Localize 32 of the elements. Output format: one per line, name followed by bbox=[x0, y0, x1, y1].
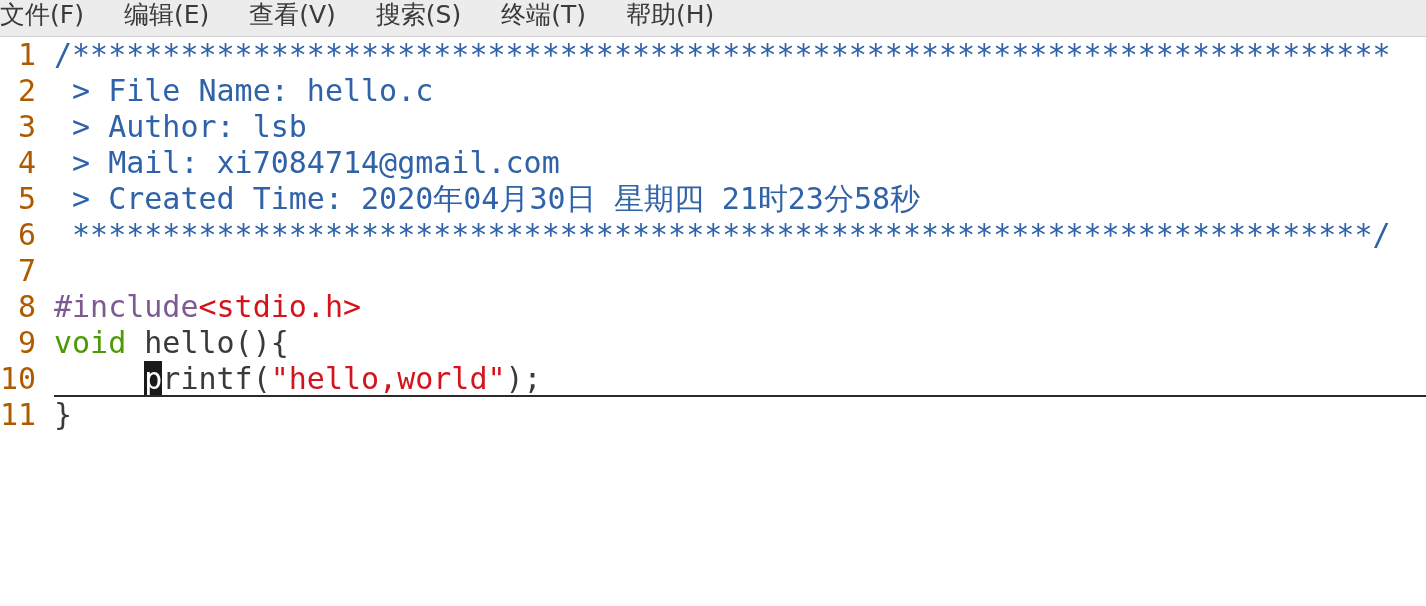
code-text: } bbox=[54, 397, 73, 431]
menu-item[interactable]: 终端(T) bbox=[501, 0, 586, 36]
preprocessor-text: #include bbox=[54, 289, 199, 323]
line-number: 4 bbox=[16, 145, 36, 181]
line-number: 8 bbox=[16, 289, 36, 325]
header-text: <stdio.h> bbox=[198, 289, 362, 323]
comment-text: > Author: lsb bbox=[71, 109, 307, 143]
line-number: 10 bbox=[0, 361, 36, 397]
line-number: 3 bbox=[16, 109, 36, 145]
menu-item[interactable]: 编辑(E) bbox=[123, 0, 210, 36]
line-number: 5 bbox=[16, 181, 36, 217]
keyword-text: void bbox=[54, 325, 127, 359]
code-text: ); bbox=[505, 361, 542, 395]
menu-item[interactable]: 查看(V) bbox=[249, 0, 336, 36]
line-number: 7 bbox=[16, 253, 36, 289]
code-text: hello(){ bbox=[143, 325, 289, 359]
code-text: rintf( bbox=[162, 361, 271, 395]
comment-text: ************************************************************************/ bbox=[71, 217, 1391, 251]
line-number: 1 bbox=[16, 37, 36, 73]
line-number: 2 bbox=[16, 73, 36, 109]
menu-item[interactable]: 搜索(S) bbox=[375, 0, 462, 36]
menu-item[interactable]: 帮助(H) bbox=[626, 0, 715, 36]
cursor-character: p bbox=[144, 361, 163, 395]
string-text: "hello,world" bbox=[270, 361, 506, 395]
menu-item[interactable]: 文件(F) bbox=[0, 0, 84, 36]
comment-text: /************************************************************************* bbox=[54, 37, 1391, 71]
comment-text: > Mail: xi7084714@gmail.com bbox=[71, 145, 560, 179]
line-number: 11 bbox=[0, 397, 36, 433]
comment-text: > File Name: hello.c bbox=[71, 73, 434, 107]
line-number: 6 bbox=[16, 217, 36, 253]
comment-text: > Created Time: 2020年04月30日 星期四 21时23分58秒 bbox=[71, 181, 921, 215]
line-number: 9 bbox=[16, 325, 36, 361]
